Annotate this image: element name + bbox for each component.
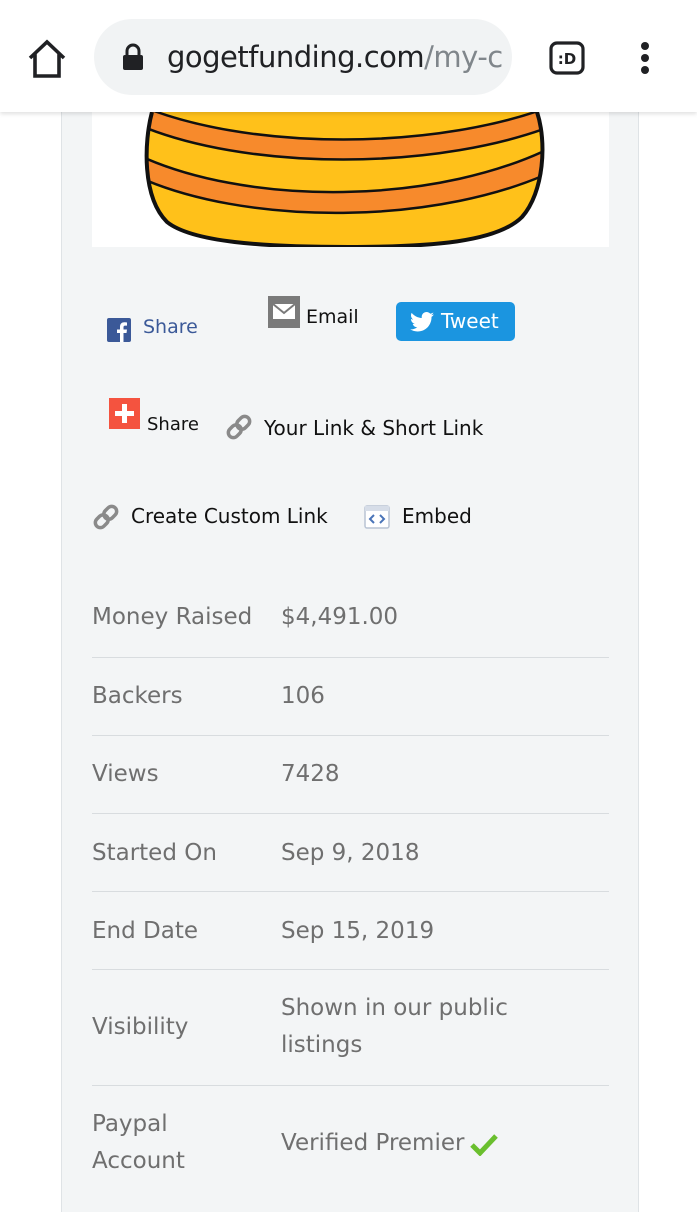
stat-value: Shown in our public listings	[281, 995, 508, 1058]
home-icon[interactable]	[24, 36, 70, 82]
address-bar[interactable]: gogetfunding.com/my-c	[94, 19, 512, 95]
url-domain: gogetfunding.com	[167, 40, 425, 74]
facebook-share-label: Share	[143, 316, 198, 338]
your-link-label: Your Link & Short Link	[264, 416, 484, 440]
overflow-menu-icon[interactable]	[628, 40, 662, 78]
stat-value: 7428	[281, 761, 340, 787]
campaign-card: Share Email Tweet Share Your Link & Shor…	[61, 112, 639, 1212]
campaign-stats: Money Raised $4,491.00 Backers 106 Views…	[92, 579, 609, 1201]
stat-value: $4,491.00	[281, 604, 399, 630]
embed-icon	[362, 502, 392, 532]
browser-toolbar: gogetfunding.com/my-c :D	[0, 0, 697, 112]
stat-value: 106	[281, 683, 325, 709]
stat-label: Paypal Account	[92, 1111, 185, 1174]
embed-label: Embed	[402, 504, 472, 528]
stat-row-started-on: Started On Sep 9, 2018	[92, 814, 609, 892]
url-path: /my-c	[424, 40, 503, 74]
tweet-label: Tweet	[441, 309, 499, 333]
stat-row-views: Views 7428	[92, 736, 609, 814]
tab-switcher-icon[interactable]: :D	[549, 41, 585, 75]
twitter-bird-icon	[410, 312, 434, 332]
stat-label: End Date	[92, 918, 198, 944]
stat-label: Backers	[92, 683, 183, 709]
chain-link-icon	[91, 502, 121, 532]
stat-label: Views	[92, 761, 159, 787]
facebook-icon	[107, 318, 131, 342]
chain-link-icon	[224, 412, 254, 442]
stat-label: Visibility	[92, 1014, 189, 1040]
stat-row-paypal-account: Paypal Account Verified Premier	[92, 1086, 609, 1201]
stat-value: Sep 15, 2019	[281, 918, 435, 944]
create-custom-link-label: Create Custom Link	[131, 504, 328, 528]
stat-value: Verified Premier	[281, 1130, 465, 1156]
lock-icon	[122, 43, 144, 71]
stat-label: Started On	[92, 840, 217, 866]
stat-row-backers: Backers 106	[92, 658, 609, 736]
url-text: gogetfunding.com/my-c	[167, 41, 503, 73]
stat-row-money-raised: Money Raised $4,491.00	[92, 579, 609, 658]
email-icon	[268, 296, 300, 328]
email-share-label: Email	[306, 306, 359, 328]
tweet-button[interactable]: Tweet	[396, 302, 515, 341]
addthis-share-label: Share	[147, 414, 199, 435]
verified-check-icon	[470, 1133, 499, 1156]
stat-value-container: Verified Premier	[281, 1125, 601, 1162]
stat-label: Money Raised	[92, 604, 253, 630]
stat-row-visibility: Visibility Shown in our public listings	[92, 970, 609, 1086]
stat-value: Sep 9, 2018	[281, 840, 420, 866]
plus-icon	[109, 398, 140, 429]
tab-count: :D	[558, 50, 576, 68]
campaign-image[interactable]	[92, 112, 609, 247]
stat-row-end-date: End Date Sep 15, 2019	[92, 892, 609, 970]
